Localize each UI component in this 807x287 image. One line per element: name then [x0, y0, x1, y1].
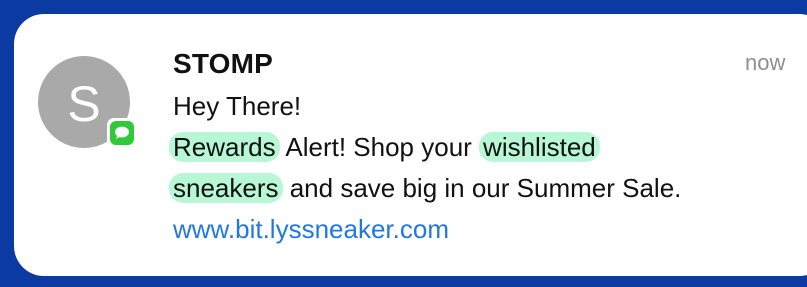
chat-bubble-icon [115, 126, 129, 139]
sender-name: STOMP [173, 48, 274, 79]
highlight-wishlisted[interactable]: wishlisted [479, 132, 600, 162]
message-link[interactable]: www.bit.lyssneaker.com [173, 214, 449, 244]
sale-line: sneakers and save big in our Summer Sale… [169, 168, 807, 209]
message-body: Hey There! Rewards Alert! Shop your wish… [169, 86, 807, 250]
greeting: Hey There! [173, 91, 302, 121]
greeting-line: Hey There! [169, 86, 807, 127]
alert-text: Alert! Shop your [279, 132, 480, 162]
alert-line: Rewards Alert! Shop your wishlisted [169, 127, 807, 168]
messages-icon [107, 118, 137, 148]
highlight-sneakers[interactable]: sneakers [169, 173, 283, 203]
timestamp: now [745, 50, 786, 75]
avatar-letter: S [67, 76, 101, 132]
notification-card[interactable]: S STOMP now Hey There! Rewards Alert! Sh… [14, 14, 807, 276]
save-text: and save big in our Summer Sale. [282, 173, 682, 203]
link-line: www.bit.lyssneaker.com [169, 209, 807, 250]
highlight-rewards[interactable]: Rewards [169, 132, 280, 162]
messages-icon-bubble [110, 121, 134, 145]
